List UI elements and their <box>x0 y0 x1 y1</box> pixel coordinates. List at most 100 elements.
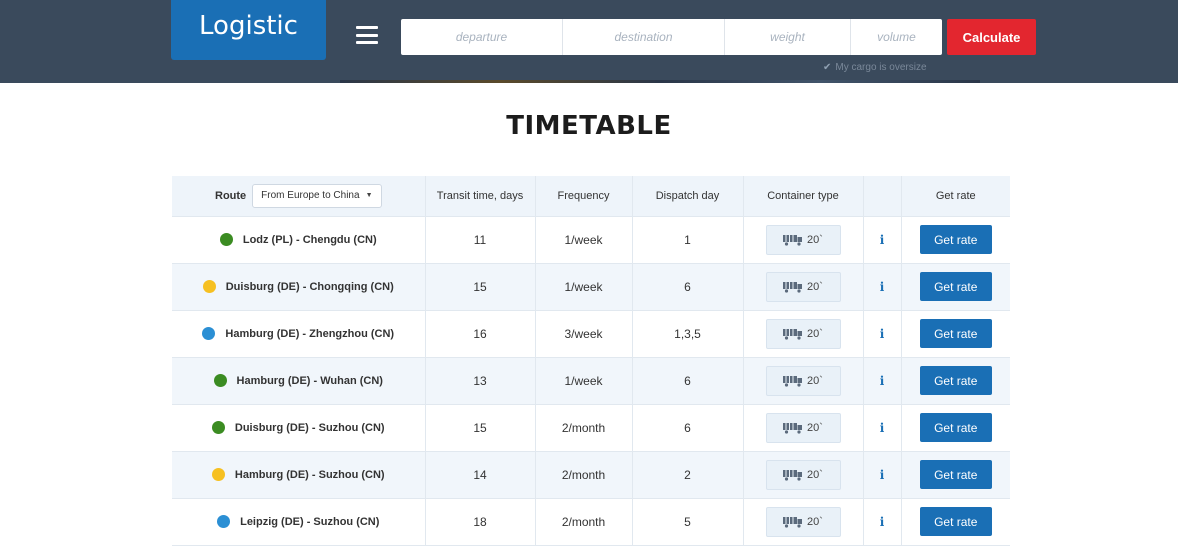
info-cell: i <box>863 498 902 546</box>
info-icon[interactable]: i <box>880 233 885 247</box>
info-icon[interactable]: i <box>880 374 885 388</box>
table-row: Duisburg (DE) - Chongqing (CN) 15 1/week… <box>172 263 1010 311</box>
container-truck-icon <box>783 516 803 528</box>
container-cell: 20` <box>743 451 864 499</box>
info-icon[interactable]: i <box>880 280 885 294</box>
transit-time-cell: 15 <box>425 263 536 311</box>
route-color-dot <box>211 468 225 481</box>
get-rate-button[interactable]: Get rate <box>919 225 992 254</box>
info-icon[interactable]: i <box>880 421 885 435</box>
oversize-checkbox[interactable]: ✔ My cargo is oversize <box>823 62 927 73</box>
info-icon[interactable]: i <box>880 515 885 529</box>
info-cell: i <box>863 310 902 358</box>
container-truck-icon <box>783 422 803 434</box>
container-type-button[interactable]: 20` <box>765 224 841 255</box>
transit-time-cell: 18 <box>425 498 536 546</box>
container-type-button[interactable]: 20` <box>765 318 841 349</box>
weight-input[interactable] <box>725 19 851 55</box>
info-cell: i <box>863 357 902 405</box>
route-cell: Duisburg (DE) - Chongqing (CN) <box>172 263 426 311</box>
route-name: Hamburg (DE) - Zhengzhou (CN) <box>225 327 395 340</box>
container-size: 20` <box>807 280 823 293</box>
get-rate-button[interactable]: Get rate <box>919 319 992 348</box>
transit-time-cell: 15 <box>425 404 536 452</box>
route-header-label: Route <box>215 189 247 202</box>
logo[interactable]: Logistic <box>171 0 326 60</box>
rate-header: Get rate <box>901 176 1010 217</box>
container-size: 20` <box>807 233 823 246</box>
transit-header: Transit time, days <box>425 176 536 217</box>
get-rate-button[interactable]: Get rate <box>919 413 992 442</box>
route-cell: Hamburg (DE) - Wuhan (CN) <box>172 357 426 405</box>
departure-input[interactable] <box>401 19 563 55</box>
calculate-button[interactable]: Calculate <box>947 19 1036 55</box>
rate-cell: Get rate <box>901 310 1010 358</box>
container-size: 20` <box>807 327 823 340</box>
route-filter-value: From Europe to China <box>261 190 360 202</box>
timetable: Route From Europe to China ▼ Transit tim… <box>172 176 1010 546</box>
info-cell: i <box>863 451 902 499</box>
route-filter-dropdown[interactable]: From Europe to China ▼ <box>252 183 382 208</box>
route-cell: Hamburg (DE) - Zhengzhou (CN) <box>172 310 426 358</box>
route-header: Route From Europe to China ▼ <box>172 176 426 217</box>
frequency-cell: 2/month <box>535 498 633 546</box>
route-name: Leipzig (DE) - Suzhou (CN) <box>240 515 380 528</box>
route-color-dot <box>217 515 231 528</box>
route-color-dot <box>219 233 233 246</box>
table-row: Leipzig (DE) - Suzhou (CN) 18 2/month 5 … <box>172 498 1010 546</box>
container-cell: 20` <box>743 404 864 452</box>
rate-cell: Get rate <box>901 451 1010 499</box>
route-cell: Lodz (PL) - Chengdu (CN) <box>172 216 426 264</box>
container-size: 20` <box>807 468 823 481</box>
container-type-button[interactable]: 20` <box>765 412 841 443</box>
container-cell: 20` <box>743 357 864 405</box>
get-rate-button[interactable]: Get rate <box>919 366 992 395</box>
rate-cell: Get rate <box>901 404 1010 452</box>
container-truck-icon <box>783 375 803 387</box>
container-header: Container type <box>743 176 864 217</box>
get-rate-button[interactable]: Get rate <box>919 460 992 489</box>
transit-time-cell: 16 <box>425 310 536 358</box>
info-cell: i <box>863 263 902 311</box>
route-name: Hamburg (DE) - Suzhou (CN) <box>234 468 385 481</box>
hamburger-menu-icon[interactable] <box>356 26 378 44</box>
table-row: Duisburg (DE) - Suzhou (CN) 15 2/month 6… <box>172 404 1010 452</box>
container-type-button[interactable]: 20` <box>765 365 841 396</box>
container-cell: 20` <box>743 498 864 546</box>
transit-time-cell: 13 <box>425 357 536 405</box>
volume-input[interactable] <box>851 19 942 55</box>
info-cell: i <box>863 216 902 264</box>
frequency-cell: 1/week <box>535 263 633 311</box>
table-header-row: Route From Europe to China ▼ Transit tim… <box>172 176 1010 217</box>
frequency-cell: 1/week <box>535 216 633 264</box>
dispatch-day-cell: 6 <box>632 404 744 452</box>
frequency-cell: 2/month <box>535 451 633 499</box>
container-truck-icon <box>783 328 803 340</box>
frequency-cell: 1/week <box>535 357 633 405</box>
container-truck-icon <box>783 281 803 293</box>
container-truck-icon <box>783 469 803 481</box>
route-color-dot <box>202 280 216 293</box>
get-rate-button[interactable]: Get rate <box>919 507 992 536</box>
dispatch-day-cell: 6 <box>632 263 744 311</box>
container-type-button[interactable]: 20` <box>765 506 841 537</box>
route-name: Hamburg (DE) - Wuhan (CN) <box>236 374 383 387</box>
container-type-button[interactable]: 20` <box>765 271 841 302</box>
container-type-button[interactable]: 20` <box>765 459 841 490</box>
get-rate-button[interactable]: Get rate <box>919 272 992 301</box>
info-cell: i <box>863 404 902 452</box>
route-color-dot <box>202 327 216 340</box>
header-banner-strip <box>340 80 980 83</box>
caret-down-icon: ▼ <box>365 192 373 200</box>
rate-cell: Get rate <box>901 263 1010 311</box>
info-icon[interactable]: i <box>880 468 885 482</box>
rate-cell: Get rate <box>901 498 1010 546</box>
route-name: Lodz (PL) - Chengdu (CN) <box>242 233 377 246</box>
destination-input[interactable] <box>563 19 725 55</box>
table-row: Hamburg (DE) - Zhengzhou (CN) 16 3/week … <box>172 310 1010 358</box>
info-icon[interactable]: i <box>880 327 885 341</box>
page-title: TIMETABLE <box>506 111 672 141</box>
dispatch-header: Dispatch day <box>632 176 744 217</box>
container-size: 20` <box>807 374 823 387</box>
container-cell: 20` <box>743 216 864 264</box>
